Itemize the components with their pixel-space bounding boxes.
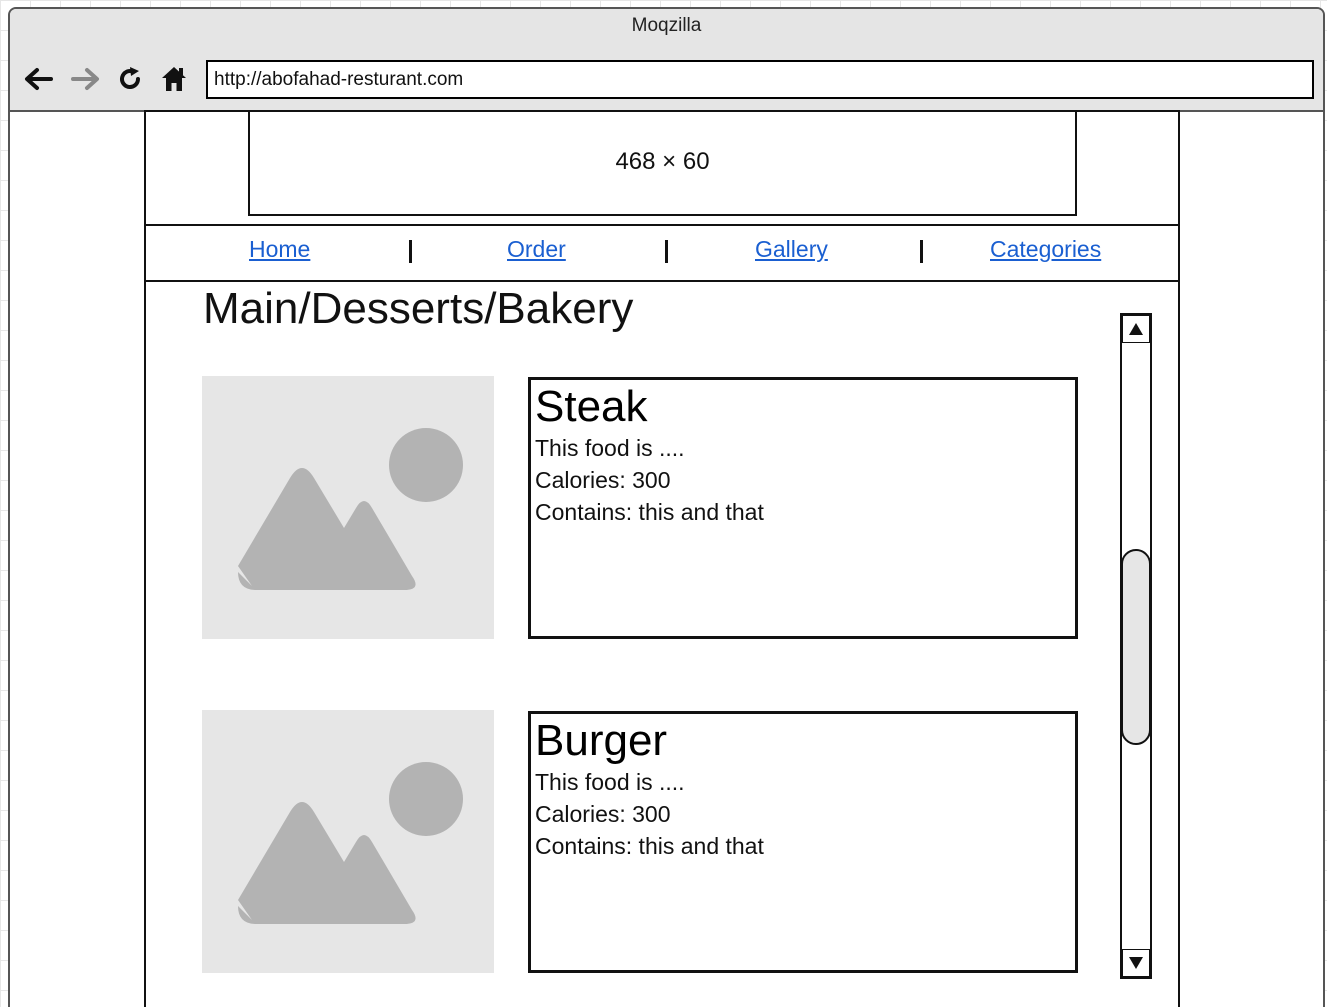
nav-link-order[interactable]: Order bbox=[507, 236, 566, 263]
vertical-scrollbar[interactable] bbox=[1120, 313, 1152, 979]
food-description: This food is .... bbox=[535, 435, 685, 461]
home-icon bbox=[162, 67, 186, 91]
browser-titlebar: Moqzilla http://abofahad-resturant.com bbox=[10, 9, 1323, 112]
web-page: 468 × 60 Home Order Gallery Categories M… bbox=[144, 110, 1180, 1007]
scrollbar-thumb[interactable] bbox=[1121, 549, 1151, 745]
food-image bbox=[202, 376, 494, 639]
food-image bbox=[202, 710, 494, 973]
food-calories: Calories: 300 bbox=[535, 467, 671, 493]
image-placeholder-icon bbox=[238, 762, 463, 924]
mockup-canvas: Moqzilla http://abofahad-resturant.com 4… bbox=[0, 0, 1327, 1007]
scroll-up-button[interactable] bbox=[1122, 315, 1150, 343]
home-button[interactable] bbox=[156, 61, 192, 97]
banner-ad-placeholder: 468 × 60 bbox=[248, 112, 1077, 216]
food-name: Burger bbox=[535, 716, 668, 765]
back-button[interactable] bbox=[20, 61, 56, 97]
scroll-down-button[interactable] bbox=[1122, 949, 1150, 977]
site-navigation: Home Order Gallery Categories bbox=[146, 224, 1178, 282]
reload-icon bbox=[120, 67, 140, 89]
forward-arrow-icon bbox=[71, 68, 99, 90]
scroll-down-icon bbox=[1129, 957, 1143, 969]
back-arrow-icon bbox=[25, 68, 53, 90]
nav-link-home[interactable]: Home bbox=[249, 236, 310, 263]
address-bar[interactable]: http://abofahad-resturant.com bbox=[206, 60, 1314, 99]
window-title: Moqzilla bbox=[631, 15, 702, 36]
nav-link-categories[interactable]: Categories bbox=[990, 236, 1101, 263]
nav-separator bbox=[920, 240, 923, 263]
nav-separator bbox=[409, 240, 412, 263]
scroll-up-icon bbox=[1129, 323, 1143, 335]
food-contains: Contains: this and that bbox=[535, 833, 764, 859]
breadcrumb: Main/Desserts/Bakery bbox=[203, 284, 634, 333]
food-name: Steak bbox=[535, 382, 648, 431]
nav-separator bbox=[665, 240, 668, 263]
food-calories: Calories: 300 bbox=[535, 801, 671, 827]
food-card: Burger This food is .... Calories: 300 C… bbox=[528, 711, 1078, 973]
food-card: Steak This food is .... Calories: 300 Co… bbox=[528, 377, 1078, 639]
reload-button[interactable] bbox=[112, 61, 148, 97]
forward-button[interactable] bbox=[68, 61, 104, 97]
image-placeholder-icon bbox=[238, 428, 463, 590]
food-description: This food is .... bbox=[535, 769, 685, 795]
nav-link-gallery[interactable]: Gallery bbox=[755, 236, 828, 263]
browser-window: Moqzilla http://abofahad-resturant.com 4… bbox=[8, 7, 1325, 1007]
food-contains: Contains: this and that bbox=[535, 499, 764, 525]
